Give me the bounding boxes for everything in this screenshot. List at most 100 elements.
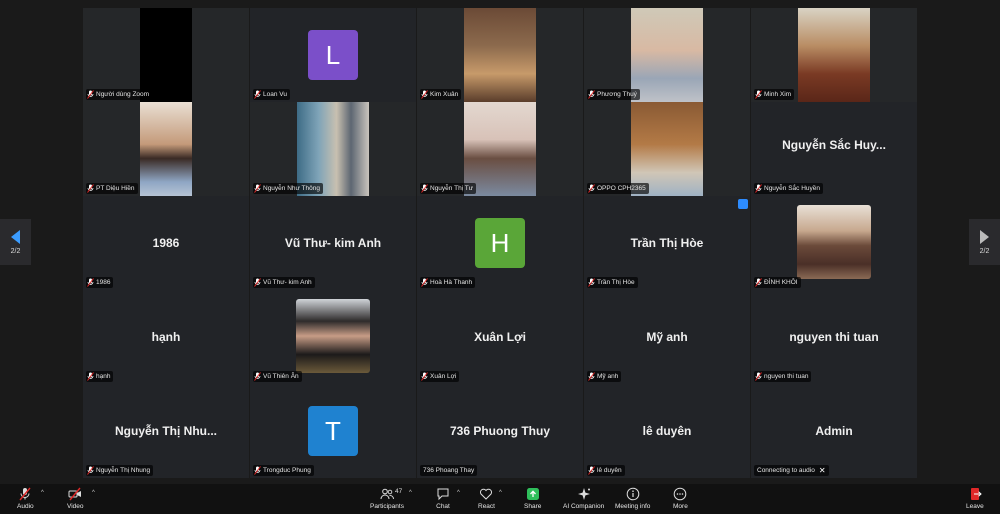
chevron-right-icon bbox=[980, 229, 989, 244]
audio-label: Audio bbox=[17, 503, 34, 510]
mic-muted-icon bbox=[254, 466, 261, 475]
participant-tile[interactable]: H Hoà Hà Thanh bbox=[417, 196, 583, 290]
participant-tile[interactable]: ĐÌNH KHÔI bbox=[751, 196, 917, 290]
profile-photo bbox=[296, 299, 370, 373]
participant-name: Vũ Thiên Ân bbox=[263, 373, 299, 380]
mic-muted-icon bbox=[254, 278, 261, 287]
prev-page-button[interactable]: 2/2 bbox=[0, 219, 31, 265]
participant-name: hạnh bbox=[96, 373, 111, 380]
mic-muted-icon bbox=[588, 372, 595, 381]
next-page-button[interactable]: 2/2 bbox=[969, 219, 1000, 265]
chat-button[interactable]: Chat bbox=[436, 487, 450, 510]
mic-muted-icon bbox=[87, 184, 94, 193]
participant-name: Nguyễn Thị Nhung bbox=[96, 467, 151, 474]
video-feed bbox=[464, 8, 536, 102]
participant-tile[interactable]: Vũ Thư- kim Anh Vũ Thư- kim Anh bbox=[250, 196, 416, 290]
more-button[interactable]: More bbox=[673, 487, 688, 510]
participant-name: PT Diệu Hiền bbox=[96, 185, 135, 192]
participant-tile[interactable]: Nguyễn Như Thông bbox=[250, 102, 416, 196]
mic-muted-icon bbox=[588, 466, 595, 475]
name-label: Loan Vu bbox=[253, 89, 290, 100]
video-button[interactable]: Video bbox=[67, 487, 84, 510]
participant-display-name: Vũ Thư- kim Anh bbox=[284, 236, 382, 250]
chat-icon bbox=[437, 488, 449, 501]
participant-display-name: Trần Thị Hòe bbox=[630, 236, 704, 250]
name-label: PT Diệu Hiền bbox=[86, 183, 138, 194]
participant-tile[interactable]: Xuân Lợi Xuân Lợi bbox=[417, 290, 583, 384]
mic-muted-icon bbox=[254, 372, 261, 381]
name-label: Nguyễn Như Thông bbox=[253, 183, 323, 194]
participant-tile[interactable]: Admin Connecting to audio ✕ bbox=[751, 384, 917, 478]
react-options-caret[interactable]: ^ bbox=[499, 490, 502, 496]
participant-tile[interactable]: 1986 1986 bbox=[83, 196, 249, 290]
participant-tile[interactable]: T Trongduc Phung bbox=[250, 384, 416, 478]
video-feed bbox=[297, 102, 369, 196]
video-options-caret[interactable]: ^ bbox=[92, 490, 95, 496]
avatar: L bbox=[308, 30, 358, 80]
name-label: lê duyên bbox=[587, 465, 625, 476]
participant-display-name: 736 Phuong Thuy bbox=[449, 424, 550, 438]
participant-tile[interactable]: 736 Phuong Thuy 736 Phoang Thay bbox=[417, 384, 583, 478]
share-button[interactable]: Share bbox=[524, 487, 541, 510]
page-indicator: 2/2 bbox=[10, 247, 21, 255]
participant-name: lê duyên bbox=[597, 467, 622, 474]
participant-display-name: Xuân Lợi bbox=[474, 330, 526, 344]
name-label: Kim Xuân bbox=[420, 89, 462, 100]
name-label: Nguyễn Sắc Huyền bbox=[754, 183, 824, 194]
participant-display-name: lê duyên bbox=[642, 424, 692, 438]
participant-tile[interactable]: Nguyễn Sắc Huy... Nguyễn Sắc Huyền bbox=[751, 102, 917, 196]
participant-tile[interactable]: nguyen thi tuan nguyen thi tuan bbox=[751, 290, 917, 384]
participant-name: Nguyễn Sắc Huyền bbox=[764, 185, 821, 192]
participant-tile[interactable]: lê duyên lê duyên bbox=[584, 384, 750, 478]
more-dots-icon bbox=[674, 487, 687, 501]
participant-tile[interactable]: OPPO CPH2365 bbox=[584, 102, 750, 196]
video-feed bbox=[631, 102, 703, 196]
mic-muted-icon bbox=[755, 278, 762, 287]
mic-muted-icon bbox=[421, 372, 428, 381]
info-icon bbox=[626, 487, 640, 501]
name-label: hạnh bbox=[86, 371, 114, 382]
sparkle-icon bbox=[577, 488, 590, 500]
share-screen-icon bbox=[526, 488, 539, 500]
mic-muted-icon bbox=[588, 278, 595, 287]
react-label: React bbox=[478, 503, 495, 510]
participant-tile[interactable]: Nguyễn Thị Nhu... Nguyễn Thị Nhung bbox=[83, 384, 249, 478]
participant-tile[interactable]: PT Diệu Hiền bbox=[83, 102, 249, 196]
name-label: Vũ Thiên Ân bbox=[253, 371, 302, 382]
name-label: Trần Thị Hòe bbox=[587, 277, 638, 288]
participants-options-caret[interactable]: ^ bbox=[409, 490, 412, 496]
video-feed bbox=[631, 8, 703, 102]
chevron-left-icon bbox=[11, 229, 20, 244]
participant-display-name: Nguyễn Thị Nhu... bbox=[115, 424, 217, 438]
mic-muted-icon bbox=[87, 90, 94, 99]
audio-button[interactable]: Audio bbox=[17, 487, 34, 510]
participant-tile[interactable]: Mỹ anh Mỹ anh bbox=[584, 290, 750, 384]
participant-name: 736 Phoang Thay bbox=[423, 467, 475, 474]
participant-gallery: Người dùng Zoom L Loan Vu Kim Xuân Phươn… bbox=[0, 0, 1000, 484]
name-label: Connecting to audio ✕ bbox=[754, 465, 829, 476]
participant-tile[interactable]: Minh Xim bbox=[751, 8, 917, 102]
leave-button[interactable]: Leave bbox=[966, 487, 984, 510]
page-indicator: 2/2 bbox=[979, 247, 990, 255]
ai-companion-button[interactable]: AI Companion bbox=[563, 487, 604, 510]
react-button[interactable]: React bbox=[478, 487, 495, 510]
participant-tile[interactable]: Phương Thuý bbox=[584, 8, 750, 102]
name-label: Người dùng Zoom bbox=[86, 89, 153, 100]
participant-name: Vũ Thư- kim Anh bbox=[263, 279, 312, 286]
chat-options-caret[interactable]: ^ bbox=[457, 490, 460, 496]
participant-tile[interactable]: Nguyễn Thị Tư bbox=[417, 102, 583, 196]
participant-tile[interactable]: Trần Thị Hòe Trần Thị Hòe bbox=[584, 196, 750, 290]
participant-name: Hoà Hà Thanh bbox=[430, 279, 473, 286]
participant-tile[interactable]: Kim Xuân bbox=[417, 8, 583, 102]
participant-tile[interactable]: Vũ Thiên Ân bbox=[250, 290, 416, 384]
meeting-info-button[interactable]: Meeting info bbox=[615, 487, 650, 510]
participant-tile[interactable]: Người dùng Zoom bbox=[83, 8, 249, 102]
ai-companion-label: AI Companion bbox=[563, 503, 605, 510]
mic-muted-icon bbox=[421, 90, 428, 99]
audio-options-caret[interactable]: ^ bbox=[41, 490, 44, 496]
participant-name: Người dùng Zoom bbox=[96, 91, 150, 98]
leave-label: Leave bbox=[966, 503, 984, 510]
participant-tile[interactable]: L Loan Vu bbox=[250, 8, 416, 102]
participant-tile[interactable]: hạnh hạnh bbox=[83, 290, 249, 384]
close-icon[interactable]: ✕ bbox=[819, 466, 826, 475]
